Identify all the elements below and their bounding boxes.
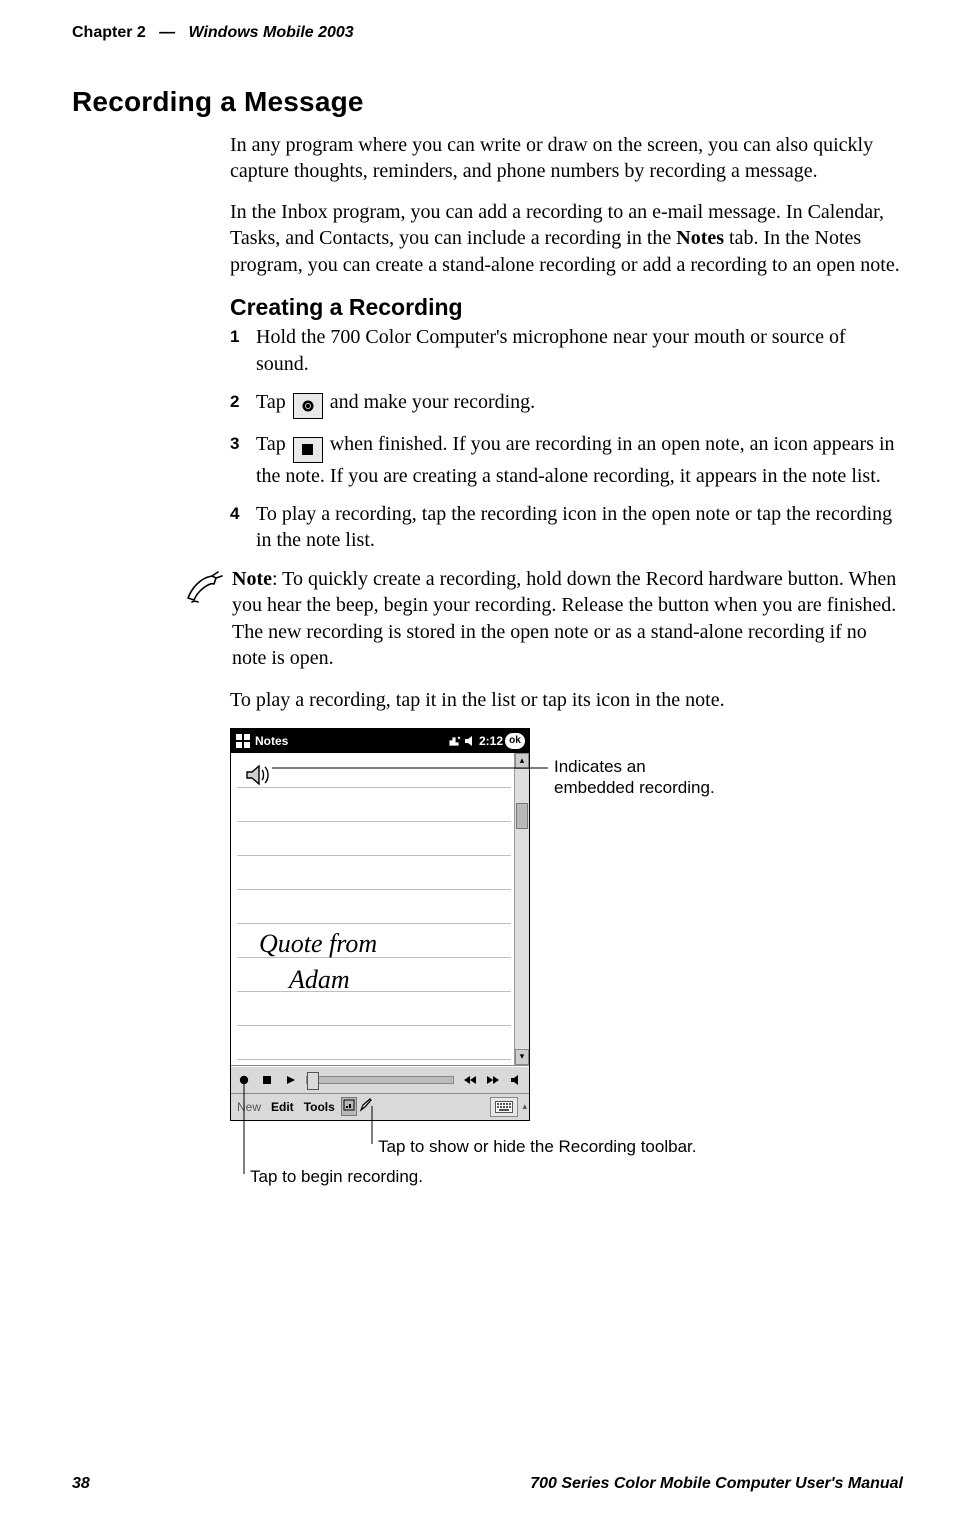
sip-arrow-icon[interactable]: ▴ xyxy=(520,1101,527,1112)
scroll-down-button[interactable]: ▾ xyxy=(515,1049,529,1065)
rewind-button[interactable] xyxy=(459,1069,481,1091)
progress-slider[interactable] xyxy=(306,1076,454,1084)
step-text: Hold the 700 Color Computer's microphone… xyxy=(256,326,846,374)
page-number: 38 xyxy=(72,1475,90,1493)
pen-button[interactable] xyxy=(359,1098,373,1115)
step-text-b: and make your recording. xyxy=(330,391,535,413)
note-text: Note: To quickly create a recording, hol… xyxy=(232,566,903,672)
intro2-bold: Notes xyxy=(676,227,724,249)
slider-knob[interactable] xyxy=(307,1072,319,1090)
stop-button[interactable] xyxy=(256,1069,278,1091)
stop-icon xyxy=(302,444,313,455)
rule-line xyxy=(237,787,511,788)
rule-line xyxy=(237,889,511,890)
handwriting-line-1: Quote from xyxy=(259,929,377,959)
chapter-number: Chapter 2 xyxy=(72,24,146,41)
intro-paragraph-1: In any program where you can write or dr… xyxy=(230,132,903,185)
running-header: Chapter 2 — Windows Mobile 2003 xyxy=(72,24,903,42)
menubar: New Edit Tools xyxy=(231,1094,529,1120)
step-2: 2 Tap and make your recording. xyxy=(230,389,903,419)
intro-paragraph-2: In the Inbox program, you can add a reco… xyxy=(230,199,903,278)
step-number: 3 xyxy=(230,433,239,455)
rule-line xyxy=(237,923,511,924)
fastforward-button[interactable] xyxy=(482,1069,504,1091)
callout-embedded: Indicates an embedded recording. xyxy=(554,756,724,799)
callout-begin: Tap to begin recording. xyxy=(250,1166,423,1187)
running-footer: 38 700 Series Color Mobile Computer User… xyxy=(72,1475,903,1493)
content: Recording a Message In any program where… xyxy=(72,86,903,1208)
pocketpc-window: Notes 2:12 ok xyxy=(230,728,530,1121)
chapter-title: Windows Mobile 2003 xyxy=(188,24,353,41)
app-title: Notes xyxy=(255,734,443,748)
step-text-b: when finished. If you are recording in a… xyxy=(256,433,895,487)
scroll-up-button[interactable]: ▴ xyxy=(515,753,529,769)
subsection-heading: Creating a Recording xyxy=(230,292,903,322)
step-number: 4 xyxy=(230,503,239,525)
note-canvas[interactable]: Quote from Adam ▴ ▾ xyxy=(231,753,529,1066)
figure: Notes 2:12 ok xyxy=(230,728,903,1208)
scrollbar[interactable]: ▴ ▾ xyxy=(514,753,529,1065)
menu-edit[interactable]: Edit xyxy=(267,1100,298,1114)
clock: 2:12 xyxy=(479,734,503,748)
step-3: 3 Tap when finished. If you are recordin… xyxy=(230,431,903,489)
record-icon xyxy=(301,399,315,413)
embedded-recording-icon[interactable] xyxy=(237,757,265,785)
record-button-icon xyxy=(293,393,323,419)
play-button[interactable] xyxy=(279,1069,301,1091)
section-heading: Recording a Message xyxy=(72,86,903,118)
scroll-thumb[interactable] xyxy=(516,803,528,829)
ok-button[interactable]: ok xyxy=(505,733,525,749)
play-line-block: To play a recording, tap it in the list … xyxy=(230,687,903,713)
toggle-recording-toolbar-button[interactable] xyxy=(341,1097,357,1116)
callout-text: Tap to begin recording. xyxy=(250,1167,423,1186)
sip-button[interactable] xyxy=(490,1097,518,1117)
step-4: 4 To play a recording, tap the recording… xyxy=(230,501,903,554)
connectivity-icon[interactable] xyxy=(447,734,461,748)
callout-text: Tap to show or hide the Recording toolba… xyxy=(378,1137,696,1156)
recording-toolbar xyxy=(231,1066,529,1094)
note-body: : To quickly create a recording, hold do… xyxy=(232,568,896,669)
header-dash: — xyxy=(150,24,184,41)
note-label: Note xyxy=(232,568,272,590)
step-1: 1 Hold the 700 Color Computer's micropho… xyxy=(230,324,903,377)
menu-new[interactable]: New xyxy=(233,1100,265,1114)
body: In any program where you can write or dr… xyxy=(230,132,903,554)
step-text-a: Tap xyxy=(256,433,291,455)
start-icon[interactable] xyxy=(235,733,251,749)
step-number: 1 xyxy=(230,326,239,348)
titlebar: Notes 2:12 ok xyxy=(231,729,529,753)
volume-icon[interactable] xyxy=(463,734,477,748)
handwriting-line-2: Adam xyxy=(289,965,350,995)
page: Chapter 2 — Windows Mobile 2003 Recordin… xyxy=(0,0,975,1519)
steps-list: 1 Hold the 700 Color Computer's micropho… xyxy=(230,324,903,553)
rule-line xyxy=(237,991,511,992)
manual-title: 700 Series Color Mobile Computer User's … xyxy=(530,1475,903,1493)
rule-line xyxy=(237,855,511,856)
note-block: Note: To quickly create a recording, hol… xyxy=(72,566,903,672)
record-button[interactable] xyxy=(233,1069,255,1091)
rule-line xyxy=(237,821,511,822)
step-number: 2 xyxy=(230,391,239,413)
step-text-a: Tap xyxy=(256,391,291,413)
note-hand-icon xyxy=(182,568,224,615)
stop-button-icon xyxy=(293,437,323,463)
step-text: To play a recording, tap the recording i… xyxy=(256,503,892,551)
tray: 2:12 ok xyxy=(447,733,525,749)
callout-text: Indicates an embedded recording. xyxy=(554,757,715,797)
rule-line xyxy=(237,1025,511,1026)
callout-toolbar: Tap to show or hide the Recording toolba… xyxy=(378,1136,696,1157)
rule-line xyxy=(237,1059,511,1060)
volume-button[interactable] xyxy=(505,1069,527,1091)
menu-tools[interactable]: Tools xyxy=(300,1100,339,1114)
play-line: To play a recording, tap it in the list … xyxy=(230,687,903,713)
